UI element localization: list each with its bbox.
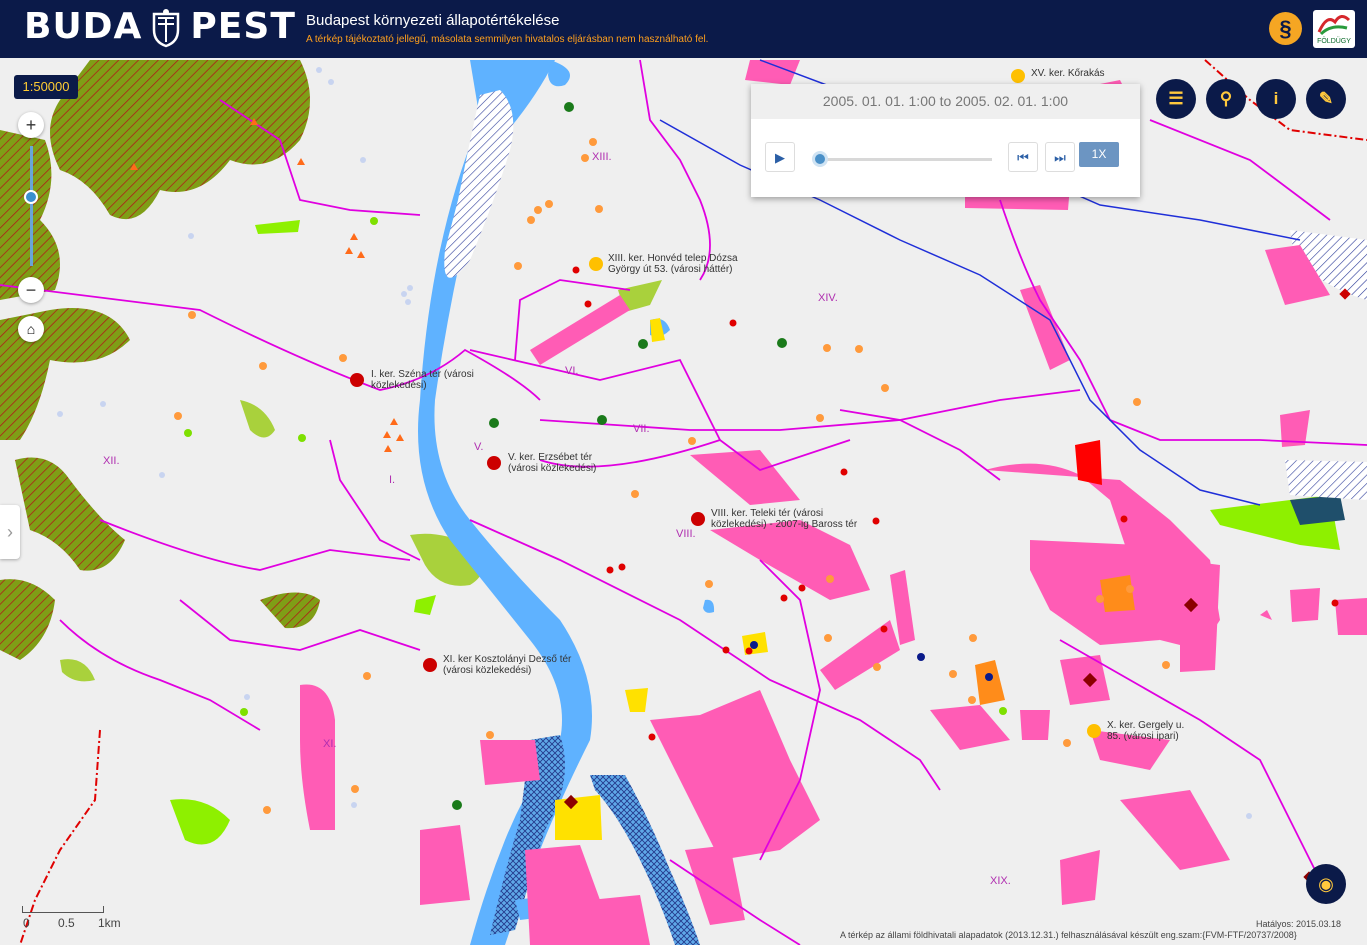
station-label: V. ker. Erzsébet tér (városi közlekedési…: [508, 452, 597, 474]
logo-right: PEST: [190, 6, 296, 47]
station-erzsebet-ter: [487, 456, 501, 470]
play-button[interactable]: ▶: [765, 142, 795, 172]
station-teleki-ter: [691, 512, 705, 526]
search-button[interactable]: ⚲: [1206, 79, 1246, 119]
home-button[interactable]: ⌂: [18, 316, 44, 342]
scale-label-half: 0.5: [58, 916, 75, 930]
station-kosztolanyi: [423, 658, 437, 672]
station-gergely-u: [1087, 724, 1101, 738]
station-label: XIII. ker. Honvéd telep Dózsa György út …: [608, 253, 738, 275]
scale-label-0: 0: [23, 916, 30, 930]
district-label: XI.: [323, 738, 337, 750]
station-label: X. ker. Gergely u. 85. (városi ipari): [1107, 720, 1185, 742]
zoom-slider[interactable]: [30, 146, 33, 266]
station-label: XI. ker Kosztolányi Dezső tér (városi kö…: [443, 654, 572, 676]
sidebar-toggle[interactable]: ›: [0, 505, 20, 559]
district-label: XIII.: [592, 151, 612, 163]
info-button[interactable]: i: [1256, 79, 1296, 119]
district-label: V.: [474, 441, 484, 453]
map-canvas[interactable]: XIII. XIV. VI. VII. V. I. XII. VIII. XI.…: [0, 58, 1367, 945]
legal-button[interactable]: §: [1269, 12, 1302, 45]
scale-bar: [22, 906, 104, 913]
scale-label-km: 1km: [98, 916, 121, 930]
layers-button[interactable]: ☰: [1156, 79, 1196, 119]
district-label: I.: [389, 474, 396, 486]
district-label: VII.: [633, 423, 650, 435]
station-label: I. ker. Széna tér (városi közlekedési): [371, 369, 474, 391]
foldugy-icon: [1317, 15, 1351, 36]
zoom-control: + −: [18, 112, 44, 303]
zoom-slider-handle[interactable]: [24, 190, 38, 204]
scale-indicator: 1:50000: [14, 75, 78, 99]
zoom-out-button[interactable]: −: [18, 277, 44, 303]
logo-left: BUDA: [24, 6, 143, 47]
map-credit: A térkép az állami földhivatali alapadat…: [840, 930, 1297, 940]
station-honved-telep: [589, 257, 603, 271]
playback-speed-button[interactable]: 1X: [1079, 142, 1119, 167]
time-slider-panel: 2005. 01. 01. 1:00 to 2005. 02. 01. 1:00: [751, 84, 1140, 197]
app-header: BUDA PEST Budapest környezeti állapotérté…: [0, 0, 1367, 58]
district-label: XII.: [103, 455, 120, 467]
foldugy-label: FÖLDÜGY: [1317, 38, 1351, 45]
zoom-in-button[interactable]: +: [18, 112, 44, 138]
district-label: XIX.: [990, 875, 1011, 887]
disclaimer-text: A térkép tájékoztató jellegű, másolata s…: [306, 34, 709, 45]
previous-button[interactable]: ⏮: [1008, 142, 1038, 172]
station-korakas: [1011, 69, 1025, 83]
budapest-logo: BUDA PEST: [24, 6, 296, 48]
visibility-button[interactable]: ◉: [1306, 864, 1346, 904]
foldugy-logo[interactable]: FÖLDÜGY: [1313, 10, 1355, 48]
time-slider-handle[interactable]: [812, 151, 828, 167]
page-title: Budapest környezeti állapotértékelése: [306, 12, 560, 29]
station-label: XV. ker. Kőrakás: [1031, 68, 1105, 79]
coat-of-arms-icon: [153, 9, 180, 48]
validity-date: Hatályos: 2015.03.18: [1256, 919, 1342, 929]
district-label: VI.: [565, 365, 579, 377]
next-button[interactable]: ⏭: [1045, 142, 1075, 172]
district-label: XIV.: [818, 292, 838, 304]
district-label: VIII.: [676, 528, 696, 540]
station-label: VIII. ker. Teleki tér (városi közlekedés…: [711, 508, 858, 530]
measure-button[interactable]: ✎: [1306, 79, 1346, 119]
time-range-label: 2005. 01. 01. 1:00 to 2005. 02. 01. 1:00: [751, 84, 1140, 119]
map-graphics[interactable]: [0, 58, 1367, 945]
time-slider-track[interactable]: [819, 158, 992, 161]
station-szena-ter: [350, 373, 364, 387]
